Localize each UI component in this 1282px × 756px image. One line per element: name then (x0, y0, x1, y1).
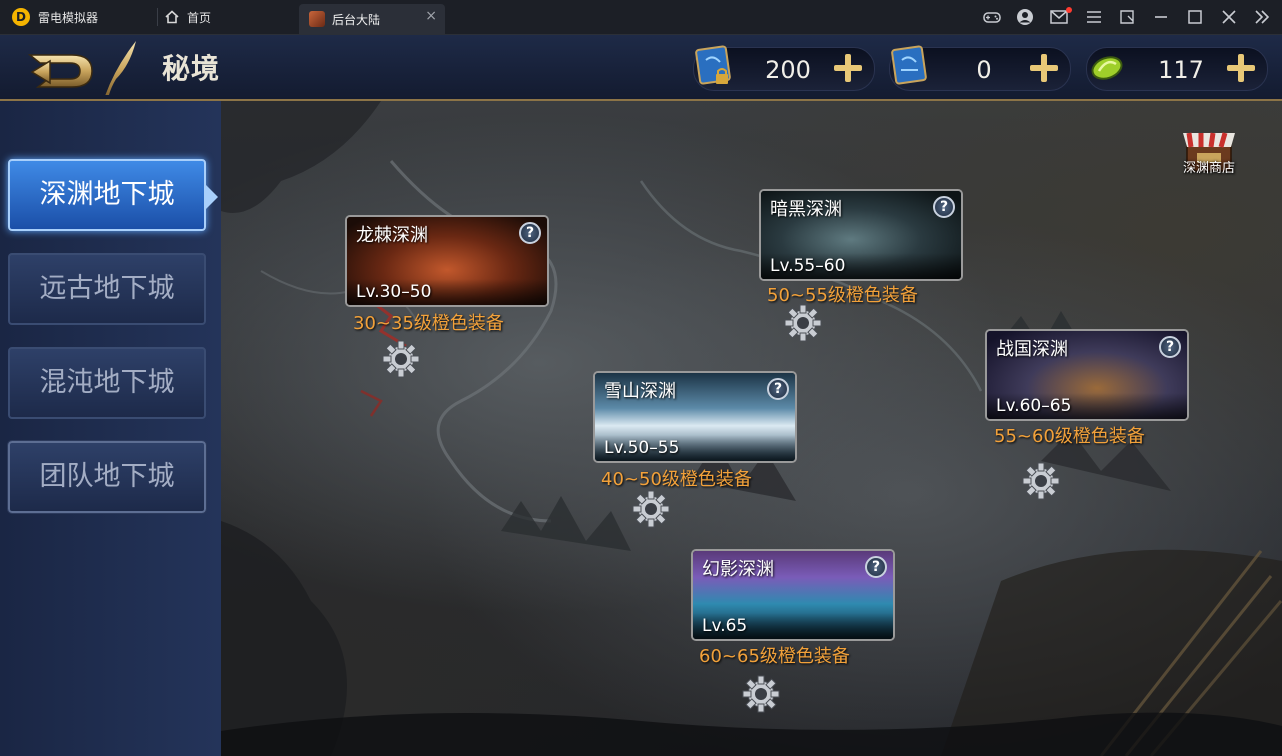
sidebar-item-label: 团队地下城 (39, 461, 175, 492)
back-icon[interactable] (18, 39, 138, 95)
ticket-icon (891, 45, 927, 85)
add-locked-ticket-button[interactable] (830, 50, 866, 86)
close-window-icon[interactable] (1218, 6, 1240, 28)
dungeon-card-dragon-thorn[interactable]: 龙棘深渊 ? Lv.30–50 (345, 215, 549, 307)
abyss-shop-label[interactable]: 深渊商店 (1177, 157, 1241, 176)
gear-icon[interactable] (1021, 461, 1061, 501)
dungeon-reward: 40~50级橙色装备 (601, 469, 752, 490)
dungeon-level: Lv.30–50 (356, 282, 432, 302)
home-tab[interactable]: 首页 (187, 9, 211, 26)
resource-value: 200 (765, 56, 811, 84)
help-icon[interactable]: ? (767, 378, 789, 400)
titlebar-divider (157, 8, 158, 26)
resource-value: 0 (976, 56, 992, 84)
sidebar-item-team-dungeon[interactable]: 团队地下城 (7, 440, 207, 514)
game-header: 秘境 200 0 117 (0, 35, 1282, 101)
dungeon-name: 雪山深渊 (604, 381, 676, 402)
dungeon-name: 龙棘深渊 (356, 225, 428, 246)
gamepad-icon[interactable] (981, 6, 1003, 28)
dungeon-level: Lv.65 (702, 616, 748, 636)
resize-window-icon[interactable] (1116, 6, 1138, 28)
sidebar-toggle-icon[interactable] (1251, 6, 1273, 28)
abyss-map: 深渊商店 龙棘深渊 ? Lv.30–50 30~35级橙色装备 暗黑深渊 ? L… (221, 101, 1282, 756)
dungeon-reward: 60~65级橙色装备 (699, 646, 850, 667)
emulator-logo-icon: D (12, 8, 30, 26)
game-app-icon (309, 11, 325, 27)
sidebar-item-label: 混沌地下城 (39, 367, 175, 398)
dungeon-level: Lv.60–65 (996, 396, 1072, 416)
sidebar-item-chaos-dungeon[interactable]: 混沌地下城 (8, 347, 206, 419)
dungeon-name: 幻影深渊 (702, 559, 774, 580)
sidebar-item-ancient-dungeon[interactable]: 远古地下城 (8, 253, 206, 325)
mail-notification-dot (1066, 7, 1072, 13)
home-icon[interactable] (165, 10, 179, 24)
minimize-icon[interactable] (1150, 6, 1172, 28)
help-icon[interactable]: ? (1159, 336, 1181, 358)
dungeon-category-sidebar: 深渊地下城 远古地下城 混沌地下城 团队地下城 (0, 101, 223, 756)
page-title: 秘境 (162, 52, 221, 85)
help-icon[interactable]: ? (519, 222, 541, 244)
locked-ticket-icon (695, 45, 731, 85)
add-ticket-button[interactable] (1026, 50, 1062, 86)
help-icon[interactable]: ? (865, 556, 887, 578)
game-tab[interactable]: 后台大陆 × (299, 4, 445, 34)
sidebar-item-abyss-dungeon[interactable]: 深渊地下城 (8, 159, 218, 231)
dungeon-level: Lv.55–60 (770, 256, 846, 276)
sidebar-item-label: 深渊地下城 (39, 179, 175, 210)
dungeon-reward: 30~35级橙色装备 (353, 313, 504, 334)
help-icon[interactable]: ? (933, 196, 955, 218)
dungeon-name: 暗黑深渊 (770, 199, 842, 220)
tab-close-icon[interactable]: × (425, 8, 437, 24)
game-screen: 秘境 200 0 117 深渊地下城 远古地下城 混沌地下城 团队地下城 深渊商… (0, 35, 1282, 756)
dungeon-card-warring-states[interactable]: 战国深渊 ? Lv.60–65 (985, 329, 1189, 421)
game-tab-label: 后台大陆 (332, 13, 381, 27)
add-coin-button[interactable] (1223, 50, 1259, 86)
resource-coin: 117 (1086, 47, 1268, 91)
dungeon-card-snow-mountain[interactable]: 雪山深渊 ? Lv.50–55 (593, 371, 797, 463)
emulator-titlebar: D 雷电模拟器 首页 后台大陆 × (0, 0, 1282, 35)
resource-ticket: 0 (889, 45, 1071, 91)
emulator-app-name: 雷电模拟器 (38, 11, 99, 25)
dungeon-card-dark[interactable]: 暗黑深渊 ? Lv.55–60 (759, 189, 963, 281)
maximize-icon[interactable] (1184, 6, 1206, 28)
menu-icon[interactable] (1083, 6, 1105, 28)
coin-icon (1091, 56, 1123, 80)
dungeon-level: Lv.50–55 (604, 438, 680, 458)
dungeon-reward: 55~60级橙色装备 (994, 426, 1145, 447)
gear-icon[interactable] (631, 489, 671, 529)
sidebar-item-label: 远古地下城 (39, 273, 175, 304)
resource-locked-ticket: 200 (693, 45, 875, 91)
gear-icon[interactable] (741, 674, 781, 714)
dungeon-name: 战国深渊 (996, 339, 1068, 360)
gear-icon[interactable] (783, 303, 823, 343)
resource-value: 117 (1158, 56, 1204, 84)
gear-icon[interactable] (381, 339, 421, 379)
account-icon[interactable] (1014, 6, 1036, 28)
active-pointer-icon (206, 185, 218, 209)
dungeon-card-phantom[interactable]: 幻影深渊 ? Lv.65 (691, 549, 895, 641)
